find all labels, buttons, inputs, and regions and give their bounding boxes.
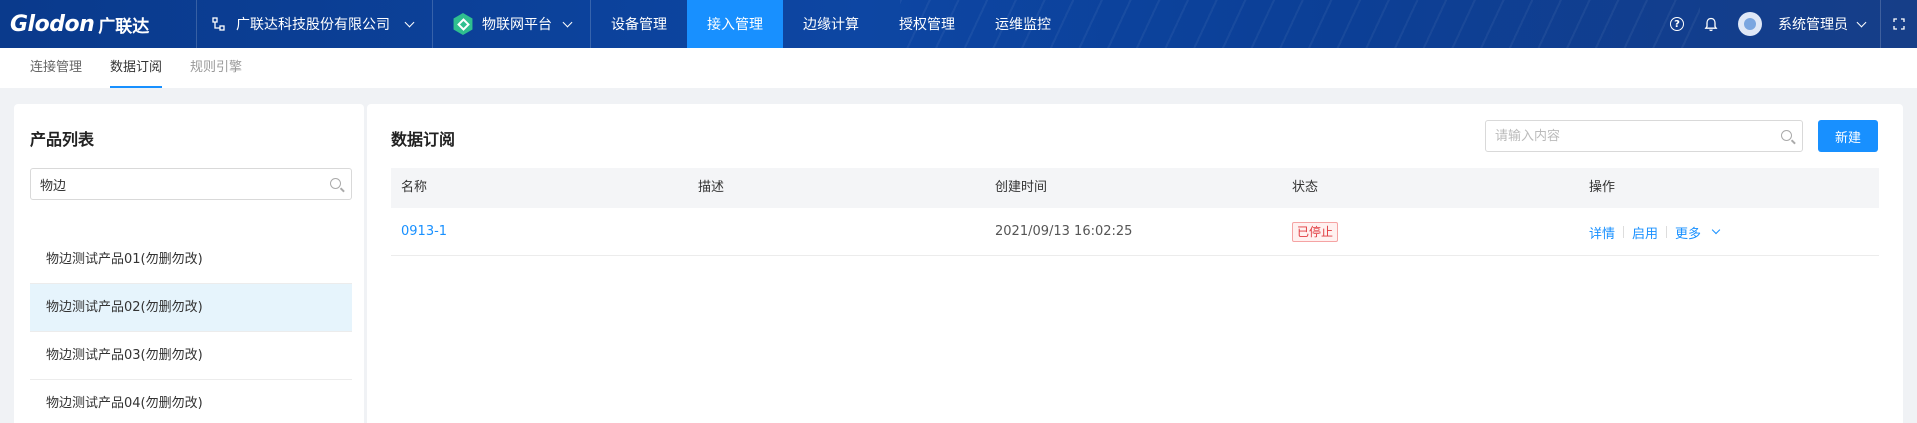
new-button[interactable]: 新建 [1818,120,1878,152]
data-subscription-panel: 数据订阅 新建 名称 描述 创建时间 状态 操作 0913-1 2021/09/… [367,104,1903,423]
tab-connection-management[interactable]: 连接管理 [30,48,82,88]
column-header-created: 创建时间 [995,180,1048,195]
column-header-description: 描述 [698,180,725,195]
user-name: 系统管理员 [1778,17,1848,33]
logo-brand: Glodon [10,11,95,37]
subscription-name-link[interactable]: 0913-1 [401,208,447,256]
nav-device-management[interactable]: 设备管理 [591,0,687,48]
notification-button[interactable] [1704,0,1718,48]
column-header-actions: 操作 [1589,180,1616,195]
more-label: 更多 [1675,226,1702,242]
organization-icon [212,17,225,31]
divider [1880,0,1881,48]
nav-access-management[interactable]: 接入管理 [687,0,783,48]
details-link[interactable]: 详情 [1589,223,1615,242]
list-item[interactable]: 物边测试产品02(勿删勿改) [30,284,352,332]
enable-link[interactable]: 启用 [1632,223,1658,242]
status-badge: 已停止 [1292,222,1339,242]
subscription-search-input[interactable] [1486,121,1802,151]
company-name: 广联达科技股份有限公司 [236,17,390,33]
nav-ops-monitoring[interactable]: 运维监控 [975,0,1071,48]
divider [196,0,197,48]
fullscreen-button[interactable] [1893,0,1905,48]
chevron-down-icon [562,17,573,27]
company-switcher[interactable]: 广联达科技股份有限公司 [212,0,415,48]
chevron-down-icon [404,17,415,27]
nav-edge-computing[interactable]: 边缘计算 [783,0,879,48]
chevron-down-icon [1711,225,1721,235]
platform-name: 物联网平台 [482,17,552,33]
divider [432,0,433,48]
tab-data-subscription[interactable]: 数据订阅 [110,48,163,88]
logo[interactable]: Glodon 广联达 [10,10,149,38]
list-item[interactable]: 物边测试产品01(勿删勿改) [30,236,352,284]
table-row: 0913-1 2021/09/13 16:02:25 已停止 详情 启用 更多 [391,208,1879,256]
user-menu[interactable]: 系统管理员 [1738,0,1867,48]
list-item[interactable]: 物边测试产品04(勿删勿改) [30,380,352,423]
platform-icon [453,13,473,35]
fullscreen-icon [1893,18,1905,30]
search-icon[interactable] [330,178,341,189]
bell-icon [1704,17,1718,31]
help-button[interactable]: ? [1670,0,1684,48]
top-navbar: Glodon 广联达 广联达科技股份有限公司 物联网平台 设备管理 接入管理 边… [0,0,1917,48]
created-time: 2021/09/13 16:02:25 [995,224,1133,239]
more-dropdown[interactable]: 更多 [1675,223,1721,242]
table-header: 名称 描述 创建时间 状态 操作 [391,168,1879,208]
search-icon[interactable] [1781,130,1792,141]
row-actions: 详情 启用 更多 [1589,208,1721,256]
product-list-panel: 产品列表 物边测试产品01(勿删勿改) 物边测试产品02(勿删勿改) 物边测试产… [14,104,364,423]
nav-license-management[interactable]: 授权管理 [879,0,975,48]
chevron-down-icon [1856,17,1867,27]
sub-tabs: 连接管理 数据订阅 规则引擎 [0,48,1917,88]
product-search [30,168,352,200]
divider [1623,226,1625,238]
product-search-input[interactable] [31,169,351,199]
page-title: 数据订阅 [391,130,456,149]
divider [1666,226,1668,238]
product-list: 物边测试产品01(勿删勿改) 物边测试产品02(勿删勿改) 物边测试产品03(勿… [30,236,352,423]
help-icon: ? [1670,17,1684,31]
column-header-name: 名称 [401,180,428,195]
platform-switcher[interactable]: 物联网平台 [452,0,573,48]
panel-title: 产品列表 [30,130,95,149]
subscription-search [1485,120,1803,152]
list-item[interactable]: 物边测试产品03(勿删勿改) [30,332,352,380]
logo-brand-cn: 广联达 [98,16,150,37]
avatar [1738,12,1762,36]
tab-rule-engine[interactable]: 规则引擎 [190,48,242,88]
column-header-status: 状态 [1292,180,1319,195]
